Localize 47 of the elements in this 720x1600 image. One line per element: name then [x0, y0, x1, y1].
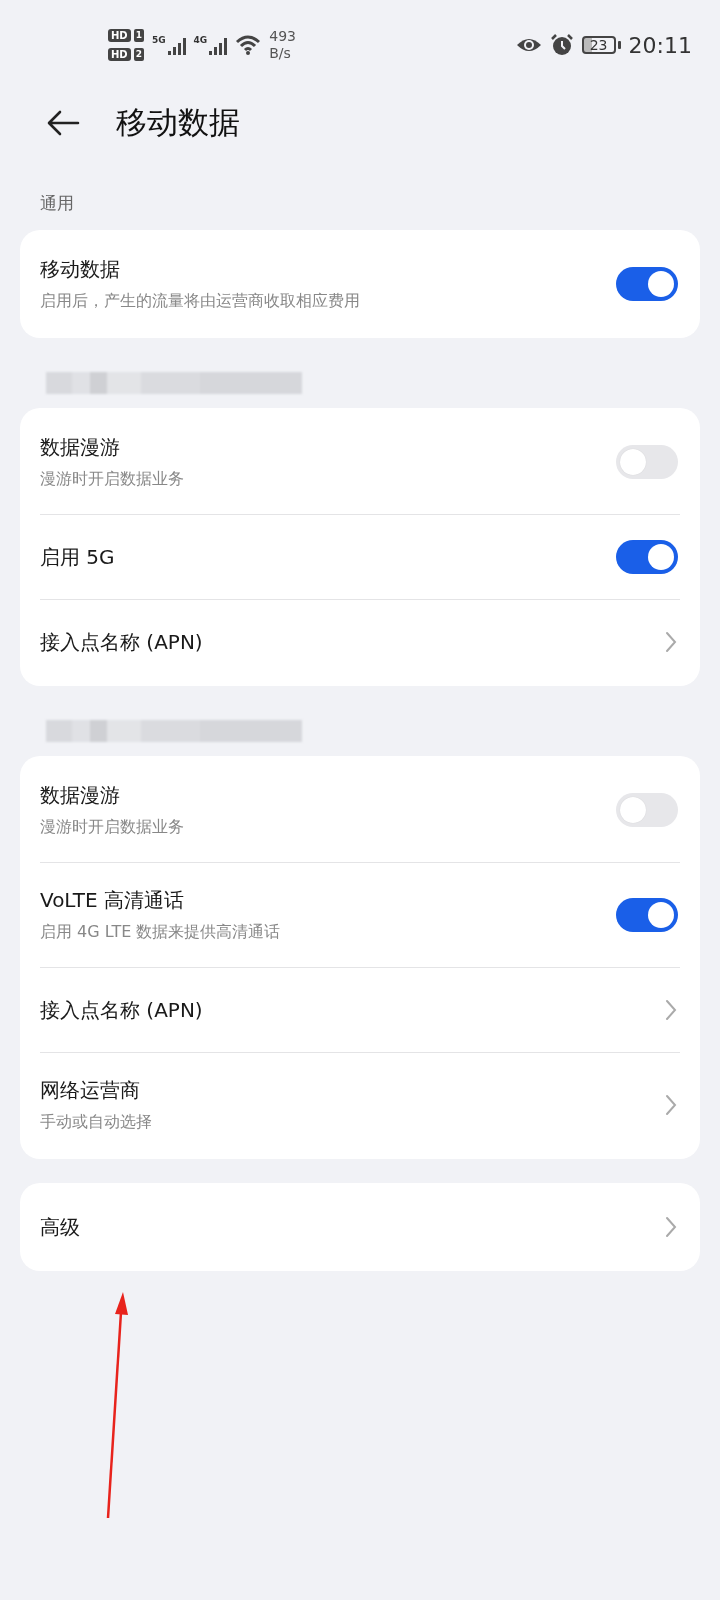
- row-title: 数据漫游: [40, 782, 121, 809]
- toggle-switch[interactable]: [616, 540, 678, 574]
- hd-badge: HD: [108, 29, 131, 42]
- row-title: 接入点名称 (APN): [40, 628, 204, 656]
- settings-row[interactable]: 网络运营商 手动或自动选择: [20, 1053, 700, 1157]
- row-subtitle: 漫游时开启数据业务: [40, 817, 185, 838]
- chevron-right-icon: [664, 1094, 678, 1116]
- settings-row[interactable]: 高级: [20, 1185, 700, 1269]
- toggle-switch[interactable]: [616, 898, 678, 932]
- toggle-switch[interactable]: [616, 793, 678, 827]
- chevron-right-icon: [664, 631, 678, 653]
- row-subtitle: 漫游时开启数据业务: [40, 469, 185, 490]
- sim-slot-badge: 1: [133, 29, 144, 42]
- settings-row[interactable]: 接入点名称 (APN): [20, 600, 700, 684]
- hd-badge: HD: [108, 48, 131, 61]
- row-title: 移动数据: [40, 256, 121, 283]
- row-subtitle: 启用后，产生的流量将由运营商收取相应费用: [40, 291, 361, 312]
- settings-row[interactable]: 数据漫游 漫游时开启数据业务: [20, 410, 700, 514]
- chevron-right-icon: [664, 1216, 678, 1238]
- wifi-icon: [235, 34, 262, 56]
- section-header: 通用: [39, 192, 75, 215]
- network-type: 5G: [151, 34, 166, 45]
- chevron-right-icon: [664, 999, 678, 1021]
- settings-row[interactable]: 启用 5G: [20, 515, 700, 599]
- row-title: 高级: [40, 1213, 81, 1241]
- network-type: 4G: [193, 34, 208, 45]
- settings-row[interactable]: 移动数据 启用后，产生的流量将由运营商收取相应费用: [20, 232, 700, 336]
- battery-indicator: 23: [581, 36, 621, 54]
- page-title: 移动数据: [116, 103, 240, 142]
- clock: 20:11: [628, 32, 692, 58]
- settings-row[interactable]: VoLTE 高清通话 启用 4G LTE 数据来提供高清通话: [20, 863, 700, 967]
- row-subtitle: 手动或自动选择: [40, 1112, 153, 1133]
- settings-row[interactable]: 接入点名称 (APN): [20, 968, 700, 1052]
- toggle-switch[interactable]: [616, 267, 678, 301]
- row-title: 启用 5G: [40, 543, 116, 571]
- sim-slot-badge: 2: [133, 48, 144, 61]
- alarm-icon: [549, 34, 574, 56]
- settings-row[interactable]: 数据漫游 漫游时开启数据业务: [20, 758, 700, 862]
- speed-unit: B/s: [269, 45, 292, 62]
- row-title: 网络运营商: [40, 1077, 141, 1104]
- speed-value: 493: [269, 28, 296, 45]
- row-title: 接入点名称 (APN): [40, 996, 204, 1024]
- toggle-switch[interactable]: [616, 445, 678, 479]
- row-title: 数据漫游: [40, 434, 121, 461]
- row-subtitle: 启用 4G LTE 数据来提供高清通话: [40, 922, 282, 943]
- back-arrow-icon: [46, 109, 80, 137]
- row-title: VoLTE 高清通话: [40, 887, 185, 914]
